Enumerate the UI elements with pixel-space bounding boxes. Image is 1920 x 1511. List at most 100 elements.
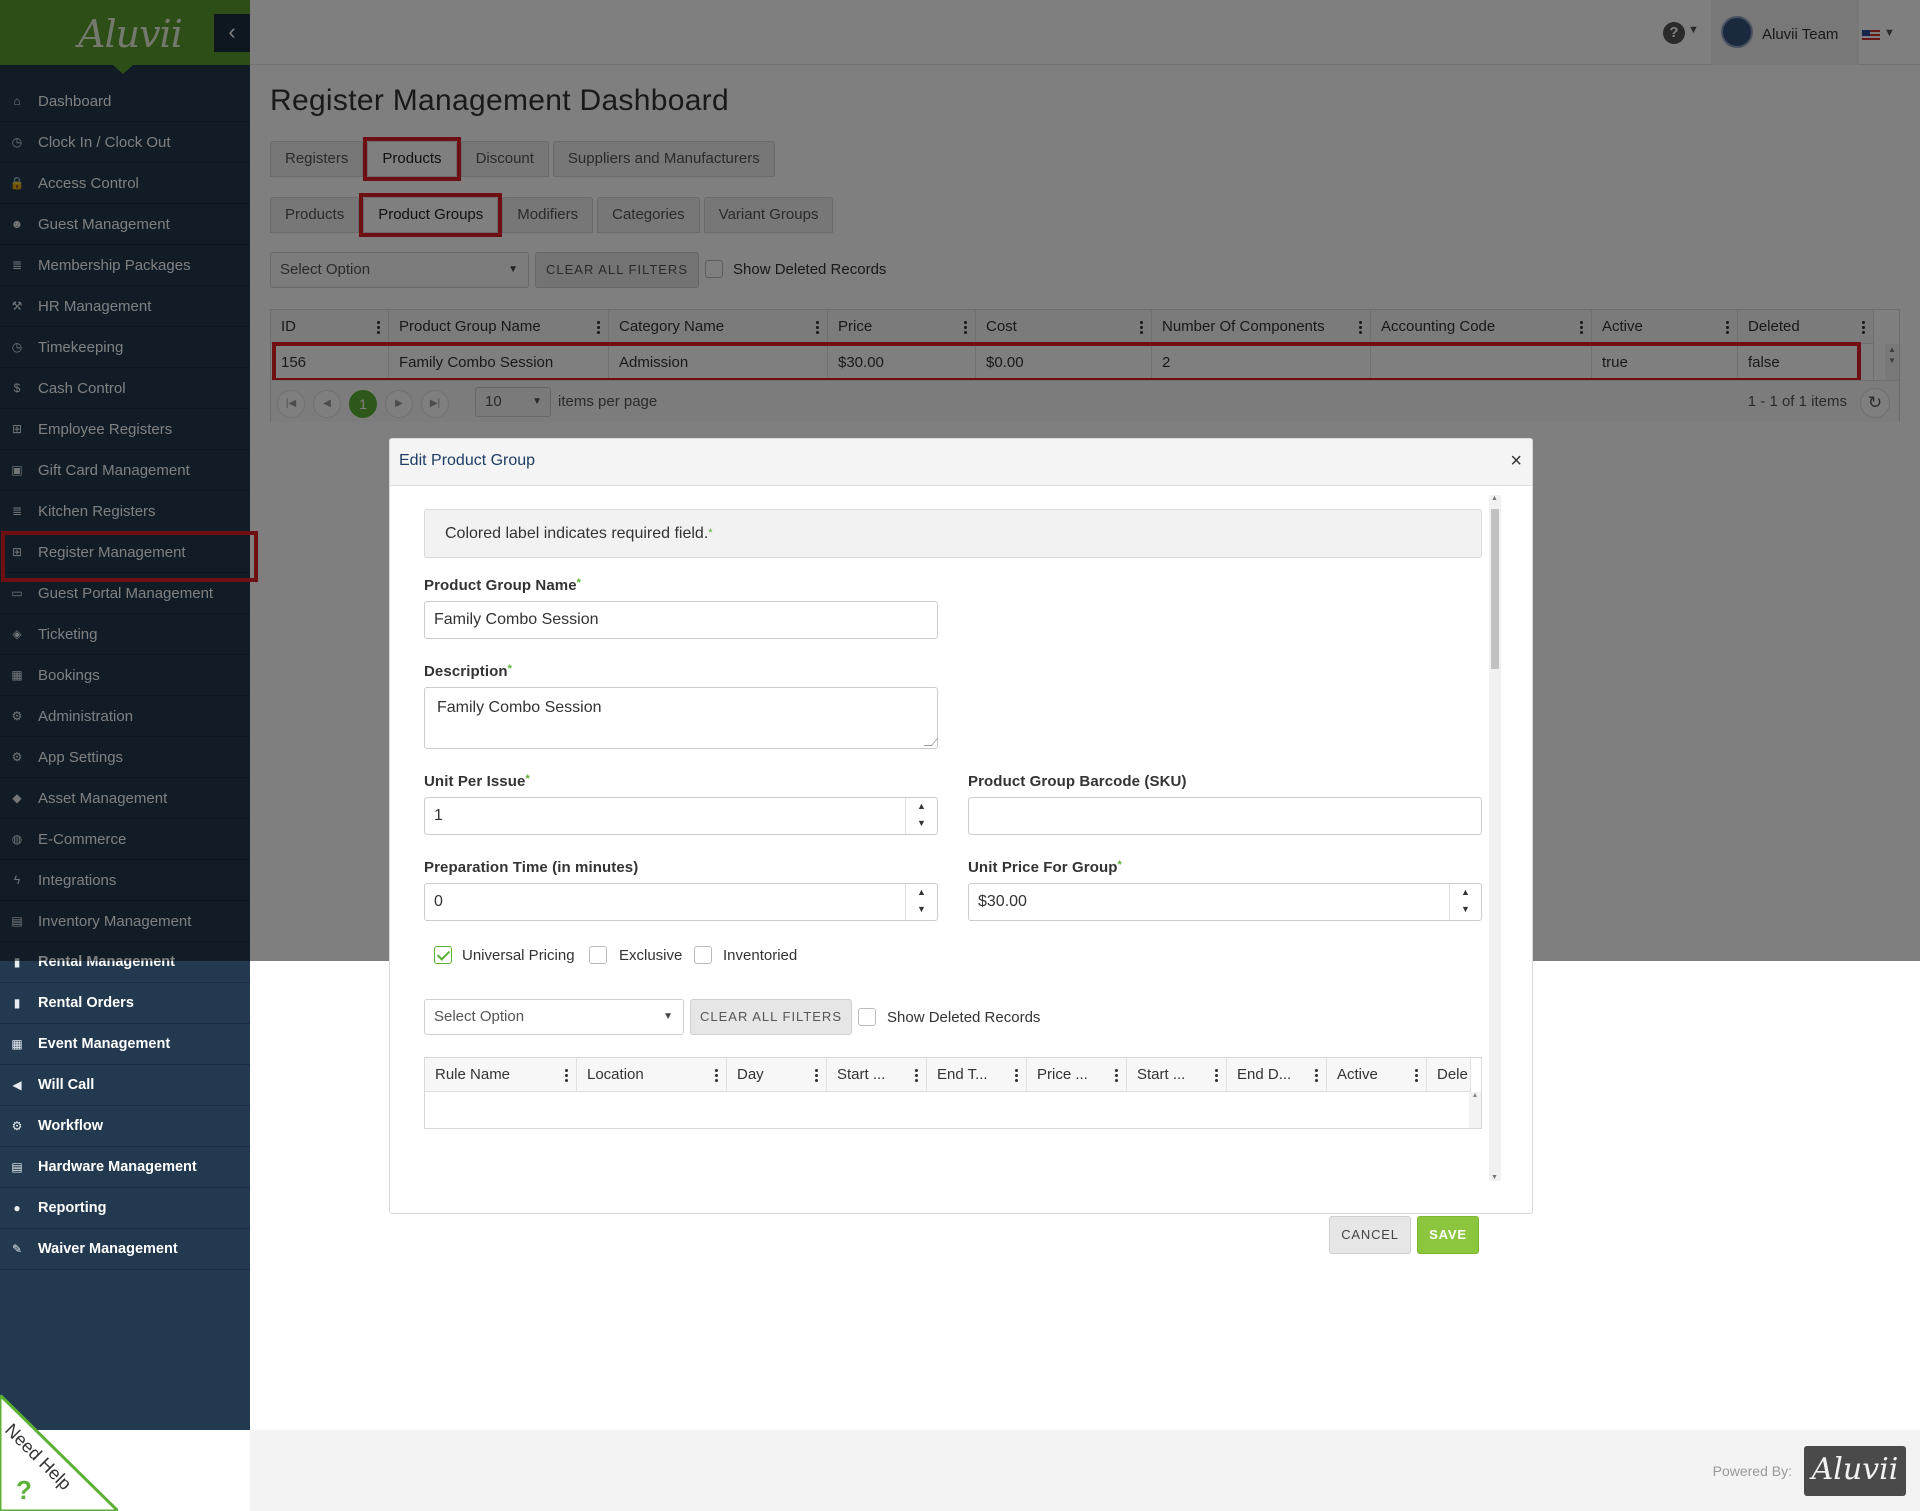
column-menu-icon[interactable] [1015,1068,1018,1082]
megaphone-icon: ◀ [12,1078,22,1092]
unit-per-issue-label-text: Unit Per Issue [424,773,526,790]
rules-grid-header: Rule Name Location Day Start ... End T... Pri… [425,1058,1471,1092]
number-spinner[interactable]: ▲ ▼ [905,798,937,834]
description-label-text: Description [424,663,508,680]
edit-product-group-modal: Edit Product Group × ▲ ▼ Colored label i… [389,438,1533,1254]
save-button[interactable]: SAVE [1417,1216,1479,1254]
footer-logo[interactable]: Aluvii [1804,1446,1906,1496]
rules-column-header[interactable]: Active [1327,1058,1427,1091]
rules-column-label: Dele [1437,1066,1468,1083]
rules-column-label: Location [587,1066,644,1083]
rules-column-header[interactable]: Rule Name [425,1058,577,1091]
sidebar-item-label: Event Management [38,1036,171,1052]
unit-price-input[interactable]: $30.00 ▲ ▼ [968,883,1482,921]
barcode-label: Product Group Barcode (SKU) [968,773,1187,790]
rules-column-header[interactable]: Day [727,1058,827,1091]
number-spinner[interactable]: ▲ ▼ [905,884,937,920]
inventoried-label: Inventoried [723,947,798,964]
close-icon[interactable]: × [1510,450,1522,473]
column-menu-icon[interactable] [1115,1068,1118,1082]
sidebar-item-will-call[interactable]: ◀ Will Call [0,1065,250,1106]
print-icon: ▤ [11,1160,23,1174]
rules-column-label: End D... [1237,1066,1292,1083]
column-menu-icon[interactable] [1415,1068,1418,1082]
sidebar-item-label: Workflow [38,1118,103,1134]
rules-filter-value: Select Option [434,1008,525,1025]
rules-column-label: Active [1337,1066,1378,1083]
required-note-text: Colored label indicates required field. [445,525,709,542]
sidebar-item-label: Rental Orders [38,995,134,1011]
product-group-name-input[interactable]: Family Combo Session [424,601,938,639]
scroll-down-icon[interactable]: ▼ [1491,1174,1498,1181]
barcode-input[interactable] [968,797,1482,835]
rules-filter-select[interactable]: Select Option ▼ [424,999,684,1035]
unit-price-value: $30.00 [978,893,1027,910]
modal-header: Edit Product Group × [390,439,1532,486]
prep-time-label: Preparation Time (in minutes) [424,859,639,876]
rules-column-header[interactable]: Dele [1427,1058,1471,1091]
sidebar-item-waiver-management[interactable]: ✎ Waiver Management [0,1229,250,1270]
sidebar-item-rental-orders[interactable]: ▮ Rental Orders [0,983,250,1024]
rules-column-label: Rule Name [435,1066,511,1083]
sidebar-item-label: Will Call [38,1077,95,1093]
column-menu-icon[interactable] [815,1068,818,1082]
rules-column-header[interactable]: End D... [1227,1058,1327,1091]
chevron-down-icon: ▼ [663,1011,673,1022]
column-menu-icon[interactable] [915,1068,918,1082]
column-menu-icon[interactable] [565,1068,568,1082]
page-footer: Powered By: Aluvii [250,1430,1920,1511]
question-icon: ? [16,1475,32,1505]
modal-body: Colored label indicates required field.*… [390,487,1532,1167]
description-textarea[interactable]: Family Combo Session [424,687,939,749]
rules-clear-all-filters-button[interactable]: CLEAR ALL FILTERS [690,999,852,1035]
lightbulb-icon: ● [13,1201,21,1215]
number-spinner[interactable]: ▲ ▼ [1449,884,1481,920]
modal-title: Edit Product Group [399,452,536,469]
need-help-badge[interactable]: Need Help ? [0,1395,118,1511]
sidebar-item-workflow[interactable]: ⚙ Workflow [0,1106,250,1147]
rules-show-deleted-checkbox[interactable] [858,1008,876,1026]
required-field-note: Colored label indicates required field.* [424,509,1482,558]
unit-per-issue-value: 1 [434,807,443,824]
inventoried-checkbox[interactable] [694,946,712,964]
product-group-name-value: Family Combo Session [434,611,599,628]
rules-column-label: End T... [937,1066,988,1083]
pen-icon: ✎ [11,1242,23,1256]
rules-scrollbar[interactable]: ▲ [1469,1092,1481,1128]
rules-column-header[interactable]: Start ... [827,1058,927,1091]
pricing-rules-grid: Rule Name Location Day Start ... End T... Pri… [424,1057,1482,1129]
column-menu-icon[interactable] [1315,1068,1318,1082]
rules-column-label: Start ... [1137,1066,1186,1083]
sidebar-item-reporting[interactable]: ● Reporting [0,1188,250,1229]
prep-time-value: 0 [434,893,443,910]
prep-time-input[interactable]: 0 ▲ ▼ [424,883,938,921]
unit-price-label-text: Unit Price For Group [968,859,1118,876]
exclusive-label: Exclusive [619,947,683,964]
exclusive-checkbox[interactable] [589,946,607,964]
sidebar-item-label: Reporting [38,1200,107,1216]
column-menu-icon[interactable] [1215,1068,1218,1082]
cancel-button[interactable]: CANCEL [1329,1216,1411,1254]
rules-column-header[interactable]: Location [577,1058,727,1091]
rules-column-header[interactable]: Price ... [1027,1058,1127,1091]
description-label: Description* [424,663,513,680]
product-group-name-label: Product Group Name* [424,577,582,594]
rules-column-header[interactable]: End T... [927,1058,1027,1091]
column-menu-icon[interactable] [715,1068,718,1082]
rules-column-header[interactable]: Start ... [1127,1058,1227,1091]
gear-icon: ⚙ [11,1119,23,1133]
unit-per-issue-input[interactable]: 1 ▲ ▼ [424,797,938,835]
sidebar-item-label: Waiver Management [38,1241,178,1257]
rules-show-deleted-label: Show Deleted Records [887,1009,1041,1026]
rules-column-label: Price ... [1037,1066,1088,1083]
sidebar-item-hardware-management[interactable]: ▤ Hardware Management [0,1147,250,1188]
sidebar-item-label: Hardware Management [38,1159,197,1175]
unit-per-issue-label: Unit Per Issue* [424,773,530,790]
universal-pricing-label: Universal Pricing [462,947,575,964]
calendar-check-icon: ▦ [11,1037,23,1051]
rules-column-label: Start ... [837,1066,886,1083]
powered-by-label: Powered By: [1712,1463,1792,1479]
rules-column-label: Day [737,1066,764,1083]
sidebar-item-event-management[interactable]: ▦ Event Management [0,1024,250,1065]
universal-pricing-checkbox[interactable] [434,946,452,964]
